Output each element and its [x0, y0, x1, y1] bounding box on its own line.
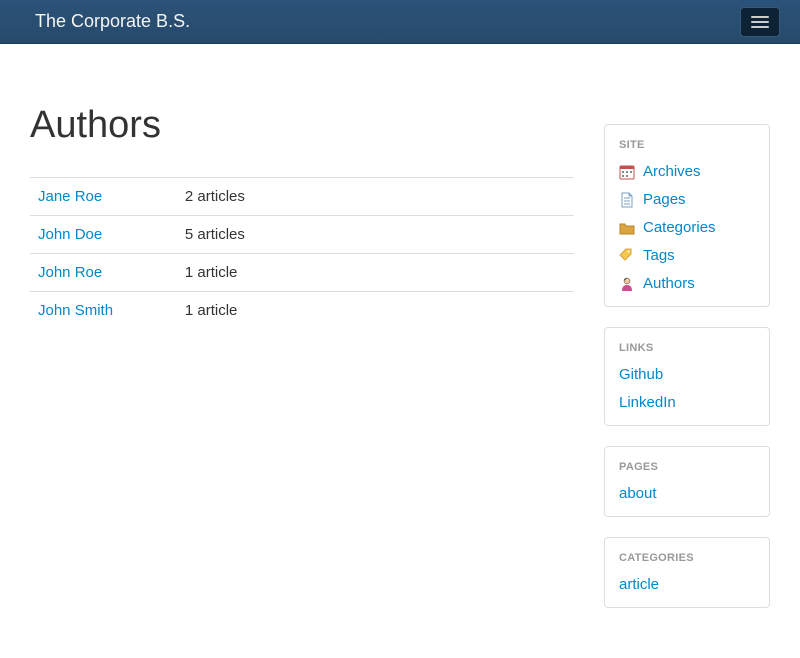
- widget-title: PAGES: [619, 461, 755, 473]
- list-item: Github: [619, 366, 755, 383]
- article-count: 1 article: [177, 254, 574, 292]
- article-count: 1 article: [177, 292, 574, 330]
- brand-link[interactable]: The Corporate B.S.: [35, 11, 190, 32]
- table-row: John Doe 5 articles: [30, 216, 574, 254]
- author-link[interactable]: John Doe: [38, 226, 102, 243]
- pages-widget: PAGES about: [604, 446, 770, 517]
- github-link[interactable]: Github: [619, 366, 663, 383]
- list-item: Authors: [619, 275, 755, 292]
- authors-link[interactable]: Authors: [643, 275, 695, 292]
- list-item: article: [619, 576, 755, 593]
- site-list: Archives Pages Categories: [619, 163, 755, 292]
- folder-icon: [619, 220, 635, 236]
- category-link[interactable]: article: [619, 576, 659, 593]
- table-row: John Roe 1 article: [30, 254, 574, 292]
- table-row: Jane Roe 2 articles: [30, 178, 574, 216]
- content-container: Authors Jane Roe 2 articles John Doe 5 a…: [0, 44, 800, 658]
- list-item: about: [619, 485, 755, 502]
- article-count: 2 articles: [177, 178, 574, 216]
- about-link[interactable]: about: [619, 485, 657, 502]
- hamburger-icon: [751, 26, 769, 28]
- list-item: Tags: [619, 247, 755, 264]
- categories-list: article: [619, 576, 755, 593]
- nav-toggle-button[interactable]: [740, 7, 780, 37]
- main-column: Authors Jane Roe 2 articles John Doe 5 a…: [30, 74, 574, 628]
- page-title: Authors: [30, 104, 574, 147]
- categories-widget: CATEGORIES article: [604, 537, 770, 608]
- list-item: LinkedIn: [619, 394, 755, 411]
- widget-title: SITE: [619, 139, 755, 151]
- pages-list: about: [619, 485, 755, 502]
- person-icon: [619, 276, 635, 292]
- tag-icon: [619, 248, 635, 264]
- author-link[interactable]: Jane Roe: [38, 188, 102, 205]
- list-item: Archives: [619, 163, 755, 180]
- page-icon: [619, 192, 635, 208]
- site-widget: SITE Archives Pages: [604, 124, 770, 307]
- sidebar: SITE Archives Pages: [604, 124, 770, 628]
- author-link[interactable]: John Roe: [38, 264, 102, 281]
- widget-title: LINKS: [619, 342, 755, 354]
- pages-link[interactable]: Pages: [643, 191, 686, 208]
- table-row: John Smith 1 article: [30, 292, 574, 330]
- categories-link[interactable]: Categories: [643, 219, 716, 236]
- archives-link[interactable]: Archives: [643, 163, 701, 180]
- authors-table: Jane Roe 2 articles John Doe 5 articles …: [30, 177, 574, 329]
- hamburger-icon: [751, 16, 769, 18]
- list-item: Categories: [619, 219, 755, 236]
- tags-link[interactable]: Tags: [643, 247, 675, 264]
- hamburger-icon: [751, 21, 769, 23]
- links-list: Github LinkedIn: [619, 366, 755, 411]
- links-widget: LINKS Github LinkedIn: [604, 327, 770, 426]
- author-link[interactable]: John Smith: [38, 302, 113, 319]
- navbar: The Corporate B.S.: [0, 0, 800, 44]
- list-item: Pages: [619, 191, 755, 208]
- linkedin-link[interactable]: LinkedIn: [619, 394, 676, 411]
- calendar-icon: [619, 164, 635, 180]
- article-count: 5 articles: [177, 216, 574, 254]
- widget-title: CATEGORIES: [619, 552, 755, 564]
